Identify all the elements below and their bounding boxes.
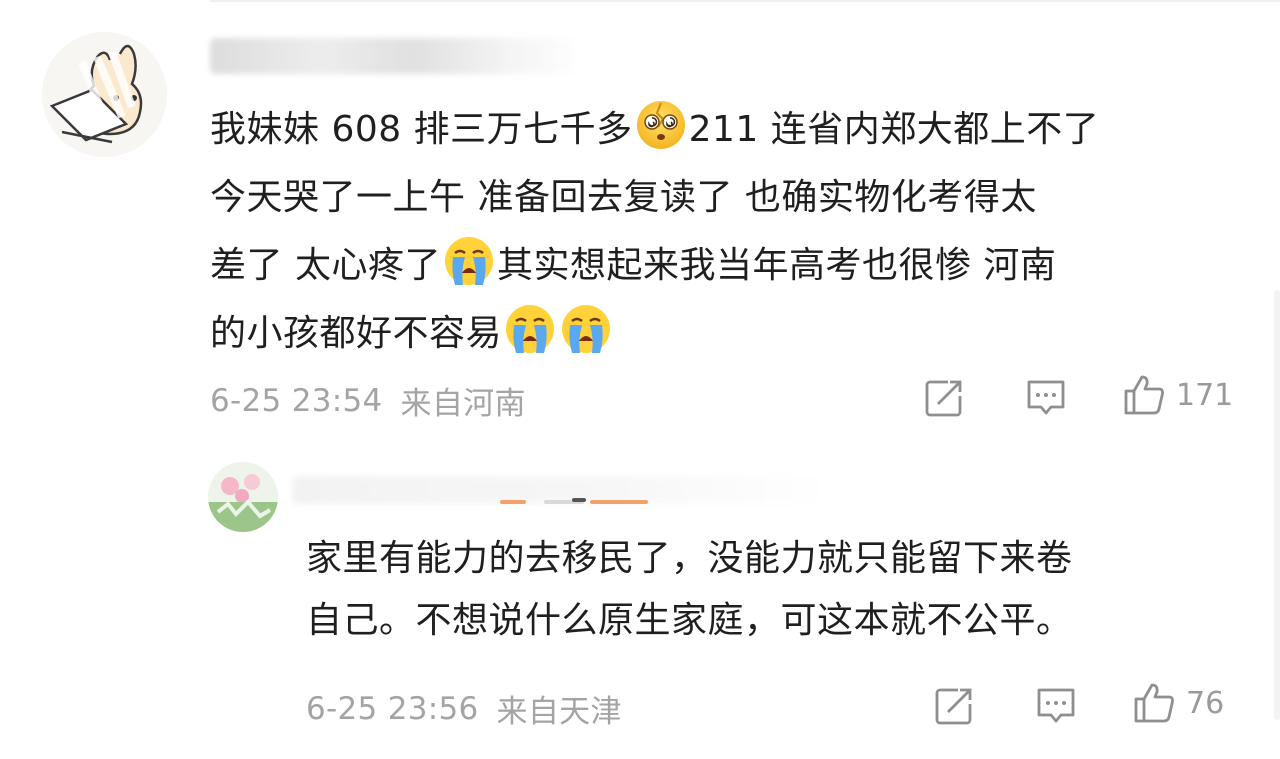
comment-icon <box>1027 380 1065 415</box>
reply-text: 家里有能力的去移民了，没能力就只能留下来卷 自己。不想说什么原生家庭，可这本就不公… <box>306 528 1246 652</box>
scrollbar[interactable] <box>1274 290 1280 720</box>
share-icon <box>935 688 972 725</box>
reply-button[interactable] <box>1024 376 1068 420</box>
reply-like-button[interactable]: 76 <box>1132 681 1224 725</box>
reply-share-button[interactable] <box>932 684 976 728</box>
dizzy-face-emoji <box>635 99 687 151</box>
comment-text-segment: 211 连省内郑大都上不了 <box>688 109 1100 150</box>
comment-meta: 6-25 23:54 来自河南 <box>210 378 526 423</box>
share-button[interactable] <box>922 376 966 420</box>
top-divider <box>210 0 1280 2</box>
reply-comment-button[interactable] <box>1034 684 1078 728</box>
comment-time: 6-25 23:54 <box>210 382 383 419</box>
reply-meta: 6-25 23:56 来自天津 <box>306 686 622 731</box>
avatar[interactable] <box>42 32 167 157</box>
comment-icon <box>1037 688 1075 723</box>
reply-avatar-illustration <box>208 462 278 532</box>
thumbs-up-icon <box>1124 375 1164 415</box>
reply-text-line: 家里有能力的去移民了，没能力就只能留下来卷 <box>306 538 1073 579</box>
reply-like-count: 76 <box>1186 685 1225 721</box>
thumbs-up-icon <box>1134 683 1174 723</box>
comment-location: 来自河南 <box>400 386 526 422</box>
comment-text-segment: 差了 太心疼了 <box>210 245 441 286</box>
comment-text: 我妹妹 608 排三万七千多 211 连省内郑大都上不了今天哭了一上午 准备回去… <box>210 96 1250 368</box>
reply-username-redaction <box>500 498 650 510</box>
loudly-crying-face-emoji <box>560 303 612 355</box>
avatar-illustration <box>42 32 167 157</box>
reply-location: 来自天津 <box>496 694 622 730</box>
like-count: 171 <box>1176 377 1234 413</box>
comment-text-segment: 其实想起来我当年高考也很惨 河南 <box>496 245 1057 286</box>
reply-avatar[interactable] <box>208 462 278 532</box>
loudly-crying-face-emoji <box>504 303 556 355</box>
loudly-crying-face-emoji <box>443 235 495 287</box>
reply-text-line: 自己。不想说什么原生家庭，可这本就不公平。 <box>306 600 1073 641</box>
reply-time: 6-25 23:56 <box>306 690 479 727</box>
comment-text-segment: 我妹妹 608 排三万七千多 <box>210 109 633 150</box>
comment-text-segment: 今天哭了一上午 准备回去复读了 也确实物化考得太 <box>210 177 1037 218</box>
comment-text-segment: 的小孩都好不容易 <box>210 313 503 354</box>
username-blurred[interactable] <box>210 38 580 74</box>
share-icon <box>925 380 962 417</box>
like-button[interactable]: 171 <box>1122 373 1233 417</box>
